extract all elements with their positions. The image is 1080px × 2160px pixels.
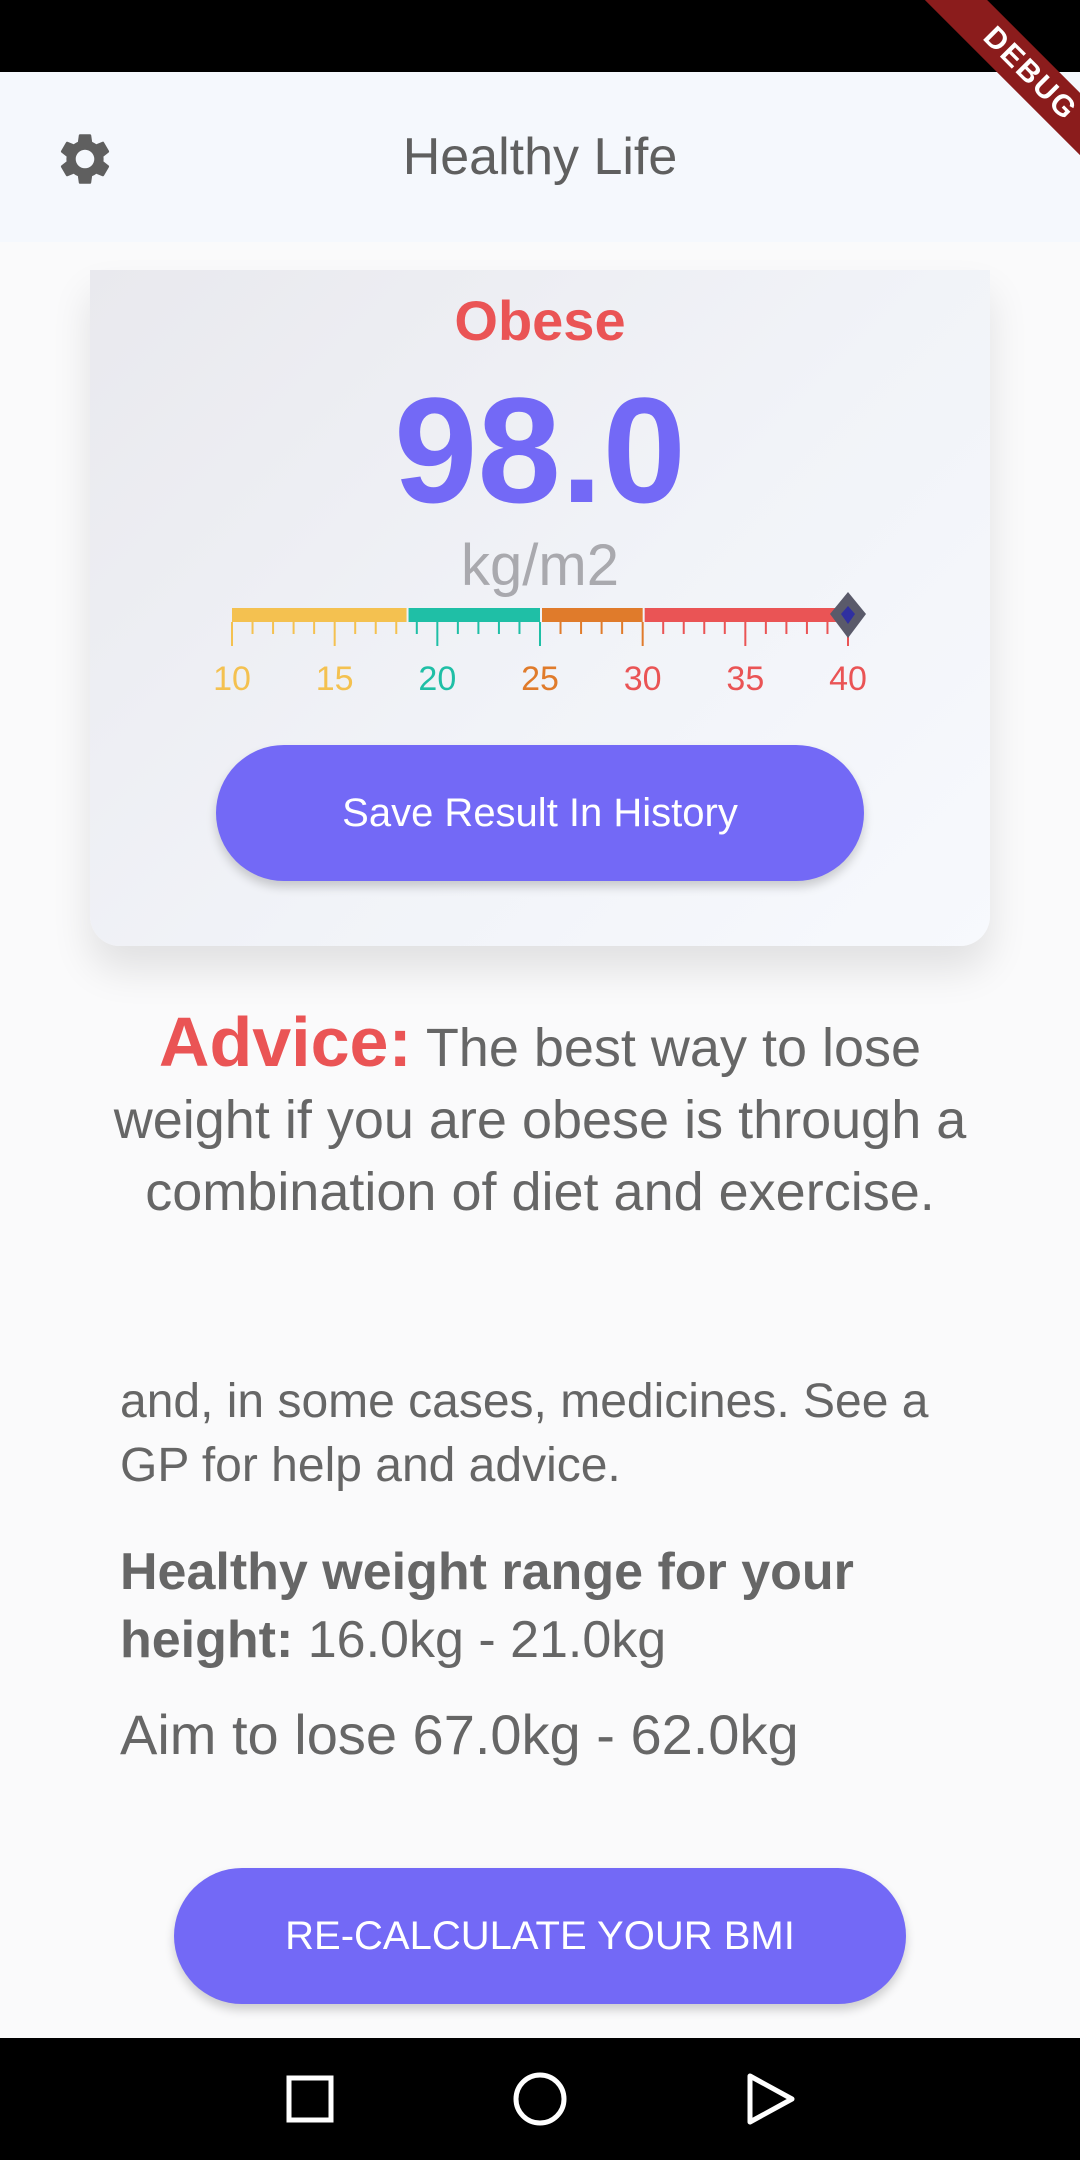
gauge-tick-label: 10 bbox=[213, 660, 251, 698]
healthy-weight-range: Healthy weight range for your height: 16… bbox=[120, 1538, 980, 1674]
gauge-range-segment bbox=[232, 608, 407, 622]
advice-more-text: and, in some cases, medicines. See a GP … bbox=[120, 1375, 929, 1492]
gauge-tick-label: 35 bbox=[726, 660, 764, 698]
gauge-tick-label: 20 bbox=[418, 660, 456, 698]
recents-button[interactable] bbox=[270, 2059, 350, 2139]
save-result-button[interactable]: Save Result In History bbox=[216, 745, 864, 881]
recalculate-bmi-button[interactable]: RE-CALCULATE YOUR BMI bbox=[174, 1868, 906, 2004]
gauge-range-segment bbox=[644, 608, 848, 622]
gauge-tick-label: 25 bbox=[521, 660, 559, 698]
bmi-gauge: 10 15 20 25 30 35 40 bbox=[213, 592, 867, 698]
gauge-range-segment bbox=[408, 608, 540, 622]
back-button[interactable] bbox=[730, 2059, 810, 2139]
gauge-range-segment bbox=[542, 608, 643, 622]
healthy-range-value: 16.0kg - 21.0kg bbox=[307, 1611, 667, 1669]
gauge-tick-label: 30 bbox=[624, 660, 662, 698]
square-icon bbox=[286, 2075, 334, 2123]
gear-icon bbox=[60, 134, 110, 184]
advice-paragraph: Advice: The best way to lose weight if y… bbox=[80, 1006, 1000, 1228]
settings-button[interactable] bbox=[50, 124, 120, 194]
triangle-back-icon bbox=[747, 2073, 795, 2125]
app-title: Healthy Life bbox=[402, 128, 678, 186]
bmi-unit: kg/m2 bbox=[461, 533, 619, 598]
circle-icon bbox=[513, 2072, 567, 2126]
bmi-category: Obese bbox=[454, 289, 626, 352]
home-button[interactable] bbox=[500, 2059, 580, 2139]
weight-goal: Aim to lose 67.0kg - 62.0kg bbox=[120, 1703, 799, 1766]
app-bar: Healthy Life bbox=[0, 72, 1080, 242]
bmi-value: 98.0 bbox=[394, 366, 686, 534]
result-card: Obese 98.0 kg/m2 10 15 20 25 30 35 40 Save Res… bbox=[90, 270, 990, 946]
status-bar bbox=[0, 0, 1080, 72]
gauge-tick-label: 15 bbox=[316, 660, 354, 698]
gauge-tick-label: 40 bbox=[829, 660, 867, 698]
advice-label: Advice: bbox=[158, 1003, 412, 1081]
system-nav-bar bbox=[0, 2038, 1080, 2160]
